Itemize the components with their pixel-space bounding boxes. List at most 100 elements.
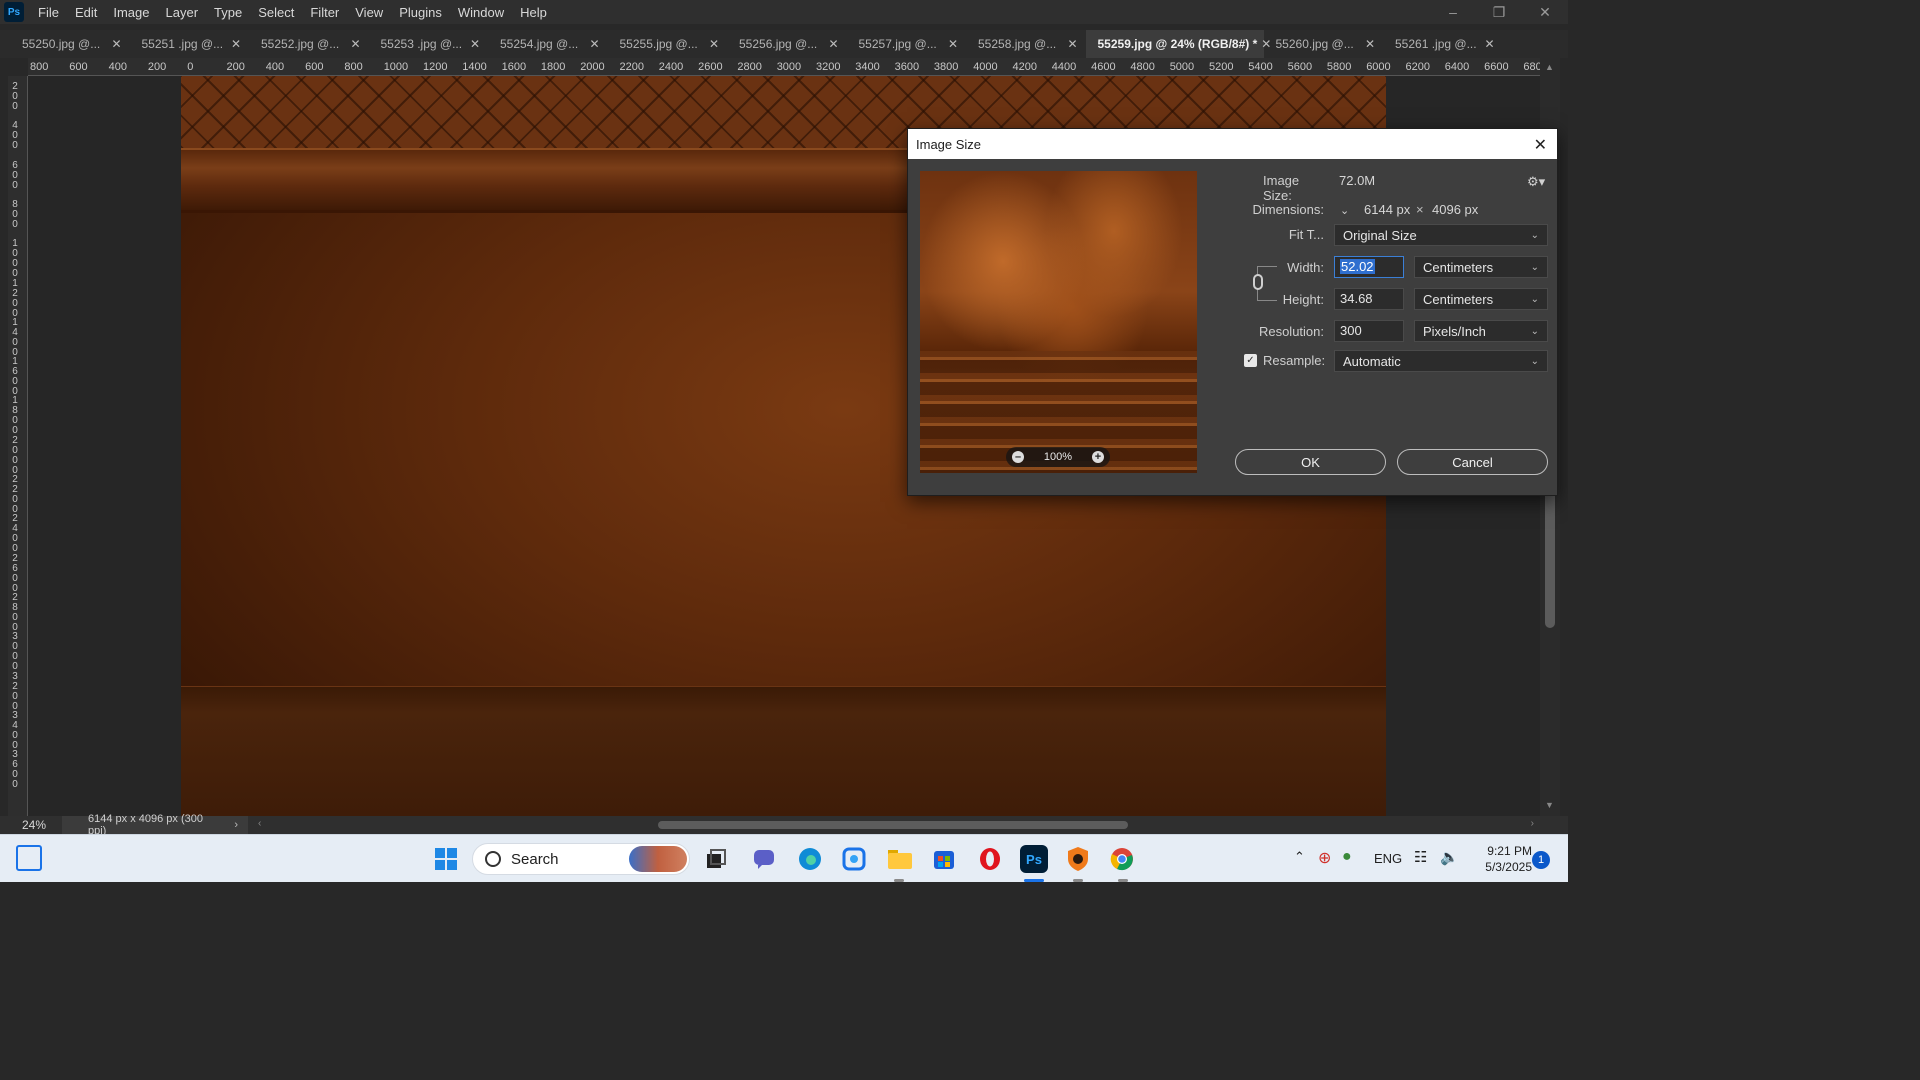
width-unit-select[interactable]: Centimeters ⌄	[1414, 256, 1548, 278]
menu-image[interactable]: Image	[105, 5, 157, 20]
resample-select[interactable]: Automatic ⌄	[1334, 350, 1548, 372]
opera-browser-icon[interactable]	[976, 845, 1004, 873]
ruler-tick-label: 600	[305, 61, 324, 73]
notification-badge[interactable]: 1	[1532, 851, 1550, 869]
height-input[interactable]: 34.68	[1334, 288, 1404, 310]
close-icon[interactable]: ✕	[1534, 135, 1547, 155]
menu-edit[interactable]: Edit	[67, 5, 105, 20]
minimize-icon[interactable]: –	[1430, 0, 1476, 24]
tab-close-icon[interactable]: ✕	[231, 37, 241, 51]
tab-document[interactable]: 55254.jpg @... ✕	[488, 30, 608, 58]
tab-close-icon[interactable]: ✕	[828, 37, 838, 51]
tab-document[interactable]: 55256.jpg @... ✕	[727, 30, 847, 58]
tab-document[interactable]: 55251 .jpg @... ✕	[130, 30, 250, 58]
tab-document[interactable]: 55260.jpg @... ✕	[1264, 30, 1384, 58]
tab-document[interactable]: 55253 .jpg @... ✕	[369, 30, 489, 58]
resolution-input[interactable]: 300	[1334, 320, 1404, 342]
width-input[interactable]: 52.02	[1334, 256, 1404, 278]
scroll-left-icon[interactable]: ‹	[258, 818, 261, 829]
image-preview[interactable]: – 100% +	[920, 171, 1197, 473]
tab-active-document[interactable]: 55259.jpg @ 24% (RGB/8#) * ✕	[1085, 30, 1271, 58]
menu-type[interactable]: Type	[206, 5, 250, 20]
link-icon[interactable]	[1253, 274, 1263, 290]
horizontal-scrollbar[interactable]: ‹ ›	[258, 818, 1534, 831]
taskbar-search-label: Search	[511, 850, 559, 868]
chevron-up-icon[interactable]: ⌃	[1294, 849, 1305, 865]
widgets-icon[interactable]	[16, 845, 42, 871]
shield-app-icon[interactable]	[1064, 845, 1092, 873]
dimensions-label: Dimensions:	[1252, 202, 1324, 217]
tab-close-icon[interactable]: ✕	[111, 37, 121, 51]
tab-document[interactable]: 55255.jpg @... ✕	[608, 30, 728, 58]
document-info[interactable]: 6144 px x 4096 px (300 ppi) ›	[62, 813, 248, 837]
chevron-right-icon[interactable]: ›	[234, 819, 238, 831]
edge-browser-icon[interactable]	[796, 845, 824, 873]
file-explorer-icon[interactable]	[886, 845, 914, 873]
close-window-icon[interactable]: ✕	[1522, 0, 1568, 24]
wifi-icon[interactable]: ☷	[1414, 848, 1427, 866]
scroll-right-icon[interactable]: ›	[1531, 818, 1534, 829]
tab-close-icon[interactable]: ✕	[1365, 37, 1375, 51]
gear-icon[interactable]: ⚙▾	[1527, 174, 1545, 190]
height-unit-select[interactable]: Centimeters ⌄	[1414, 288, 1548, 310]
tab-close-icon[interactable]: ✕	[709, 37, 719, 51]
zoom-out-icon[interactable]: –	[1012, 451, 1024, 463]
photos-icon[interactable]	[840, 845, 868, 873]
menu-window[interactable]: Window	[450, 5, 512, 20]
width-label: Width:	[1287, 260, 1324, 275]
tab-close-icon[interactable]: ✕	[1484, 37, 1494, 51]
menu-filter[interactable]: Filter	[302, 5, 347, 20]
language-indicator[interactable]: ENG	[1374, 851, 1402, 866]
clock-date: 5/3/2025	[1485, 860, 1532, 874]
microsoft-store-icon[interactable]	[930, 845, 958, 873]
image-floor	[181, 686, 1386, 816]
tab-close-icon[interactable]: ✕	[470, 37, 480, 51]
resample-checkbox[interactable]: ✓	[1244, 354, 1257, 367]
zoom-in-icon[interactable]: +	[1091, 451, 1104, 463]
tab-close-icon[interactable]: ✕	[948, 37, 958, 51]
ok-button[interactable]: OK	[1235, 449, 1386, 475]
ruler-tick-label: 1200	[12, 277, 18, 319]
chevron-down-icon[interactable]: ⌄	[1340, 204, 1349, 217]
taskbar-search[interactable]: Search	[472, 843, 690, 875]
tab-close-icon[interactable]: ✕	[1067, 37, 1077, 51]
menu-view[interactable]: View	[347, 5, 391, 20]
dialog-title-bar[interactable]: Image Size ✕	[908, 129, 1557, 159]
ruler-tick-label: 600	[12, 159, 18, 191]
horizontal-ruler: 800 600 400 200 0 200 400 600 800 1000 1200 1400 160…	[28, 58, 1540, 76]
zoom-level[interactable]: 24%	[0, 818, 62, 832]
horizontal-scroll-thumb[interactable]	[658, 821, 1128, 829]
menu-layer[interactable]: Layer	[158, 5, 207, 20]
windows-start-icon[interactable]	[432, 845, 460, 873]
chrome-browser-icon[interactable]	[1108, 845, 1136, 873]
resolution-unit-select[interactable]: Pixels/Inch ⌄	[1414, 320, 1548, 342]
clock[interactable]: 9:21 PM 5/3/2025	[1468, 843, 1532, 875]
task-view-icon[interactable]	[702, 845, 730, 873]
tab-label: 55256.jpg @...	[739, 37, 818, 51]
tab-document[interactable]: 55250.jpg @... ✕	[10, 30, 130, 58]
cancel-button[interactable]: Cancel	[1397, 449, 1548, 475]
file-explorer-indicator	[894, 879, 904, 882]
ruler-tick-label: 3200	[816, 61, 841, 73]
menu-file[interactable]: File	[30, 5, 67, 20]
fit-to-select[interactable]: Original Size ⌄	[1334, 224, 1548, 246]
tab-close-icon[interactable]: ✕	[350, 37, 360, 51]
scroll-up-icon[interactable]: ▲	[1545, 62, 1554, 72]
chat-icon[interactable]	[750, 845, 778, 873]
scroll-down-icon[interactable]: ▼	[1545, 800, 1554, 810]
vpn-icon[interactable]: ⊕	[1318, 848, 1331, 868]
menu-help[interactable]: Help	[512, 5, 555, 20]
tab-label: 55254.jpg @...	[500, 37, 579, 51]
tab-close-icon[interactable]: ✕	[589, 37, 599, 51]
photoshop-taskbar-icon[interactable]: Ps	[1020, 845, 1048, 873]
globe-icon[interactable]: ●	[1342, 848, 1352, 866]
menu-select[interactable]: Select	[250, 5, 302, 20]
speaker-muted-icon[interactable]: 🔈	[1440, 848, 1459, 866]
restore-icon[interactable]: ❐	[1476, 0, 1522, 24]
tab-document[interactable]: 55258.jpg @... ✕	[966, 30, 1086, 58]
tab-document[interactable]: 55252.jpg @... ✕	[249, 30, 369, 58]
menu-plugins[interactable]: Plugins	[391, 5, 450, 20]
tab-document[interactable]: 55261 .jpg @... ✕	[1383, 30, 1503, 58]
ruler-tick-label: 3400	[12, 709, 18, 751]
tab-document[interactable]: 55257.jpg @... ✕	[847, 30, 967, 58]
